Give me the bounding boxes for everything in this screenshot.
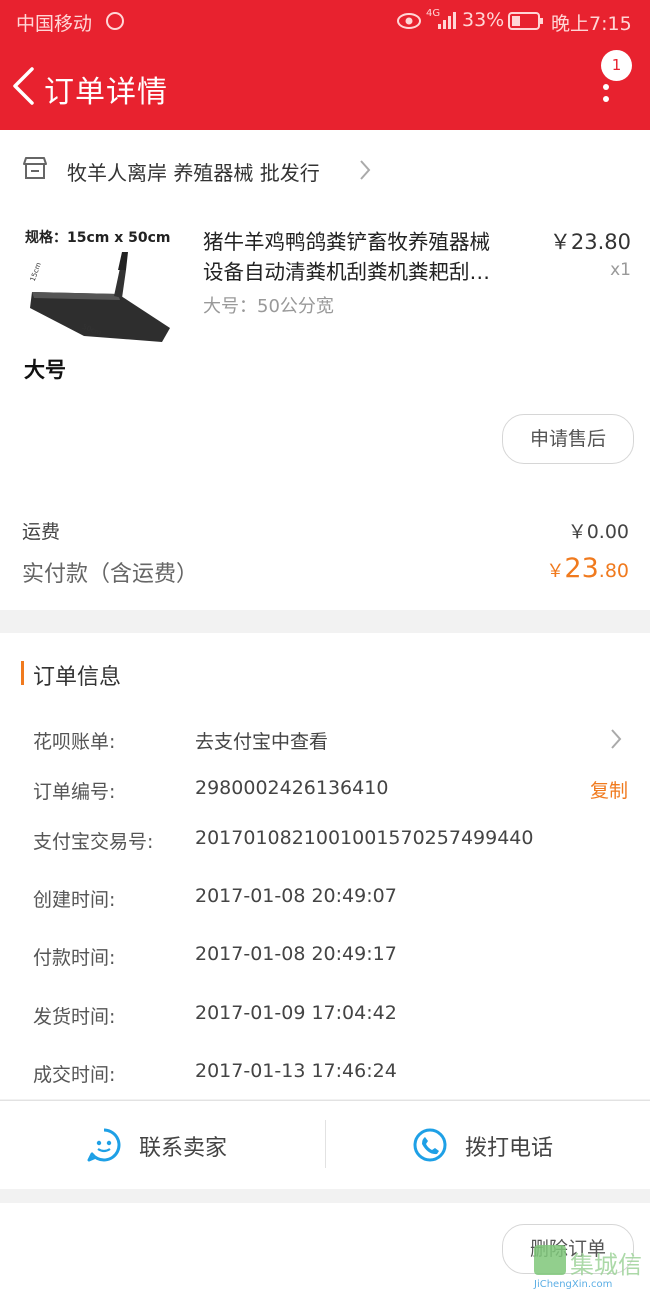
section-accent-bar [21, 661, 24, 685]
paid-integer: 23 [564, 553, 599, 584]
product-sku: 大号：50公分宽 [203, 296, 334, 317]
paid-time: 2017-01-08 20:49:17 [195, 943, 397, 965]
hd-icon [106, 12, 124, 30]
shop-row[interactable]: 牧羊人离岸 养殖器械 批发行 [0, 130, 650, 210]
shop-name: 牧羊人离岸 养殖器械 批发行 [67, 161, 320, 185]
after-sale-button[interactable]: 申请售后 [502, 414, 634, 464]
battery-percent: 33% [462, 9, 505, 31]
paid-decimal: .80 [598, 560, 629, 582]
contact-seller-button[interactable]: 联系卖家 [0, 1101, 325, 1187]
signal-icon [436, 10, 458, 34]
product-price: ￥23.80 [549, 230, 631, 254]
chat-bubble-icon [86, 1127, 122, 1167]
created-time: 2017-01-08 20:49:07 [195, 885, 397, 907]
shipping-value: ￥0.00 [567, 521, 629, 543]
order-info-title: 订单信息 [33, 665, 122, 690]
image-size-label: 大号 [24, 358, 66, 382]
call-label: 拨打电话 [465, 1136, 554, 1161]
order-info-section [0, 633, 650, 1099]
paid-label: 实付款（含运费） [22, 562, 199, 587]
paid-currency: ￥ [546, 561, 565, 582]
info-label: 成交时间: [33, 1064, 116, 1086]
chevron-right-icon [610, 728, 622, 754]
clock: 晚上7:15 [551, 13, 632, 35]
info-label: 花呗账单: [33, 731, 116, 753]
store-icon [22, 156, 48, 184]
shovel-illustration [30, 252, 170, 342]
product-title-line2[interactable]: 设备自动清粪机刮粪机粪耙刮… [203, 255, 490, 285]
back-arrow-icon[interactable] [10, 66, 36, 110]
page-title: 订单详情 [44, 75, 168, 110]
product-image[interactable]: 规格：15cm x 50cm 15cm 50cm 大号 [22, 222, 180, 382]
huabei-row[interactable]: 花呗账单: 去支付宝中查看 [0, 720, 650, 760]
copy-button[interactable]: 复制 [590, 776, 628, 803]
shipped-time: 2017-01-09 17:04:42 [195, 1002, 397, 1024]
watermark-logo: 集城信 JiChengXin.com [530, 1243, 650, 1294]
info-label: 支付宝交易号: [33, 831, 154, 853]
info-label: 创建时间: [33, 889, 116, 911]
chevron-right-icon [359, 159, 371, 185]
paid-amount: ￥23.80 [546, 553, 629, 584]
watermark-text: JiChengXin.com [534, 1279, 613, 1290]
completed-time: 2017-01-13 17:46:24 [195, 1060, 397, 1082]
info-value: 去支付宝中查看 [195, 731, 329, 753]
product-quantity: x1 [610, 260, 631, 280]
message-badge[interactable]: 1 [601, 50, 632, 81]
watermark-brand: 集城信 [570, 1251, 642, 1279]
order-number: 2980002426136410 [195, 777, 389, 799]
watermark-logo-icon [534, 1245, 566, 1275]
alipay-trade-number: 2017010821001001570257499440 [195, 827, 534, 849]
info-label: 订单编号: [33, 781, 116, 803]
eye-icon [397, 12, 421, 34]
call-button[interactable]: 拨打电话 [326, 1101, 650, 1187]
battery-icon [508, 12, 544, 34]
contact-seller-label: 联系卖家 [139, 1136, 228, 1161]
info-label: 发货时间: [33, 1006, 116, 1028]
product-title-line1[interactable]: 猪牛羊鸡鸭鸽粪铲畜牧养殖器械 [203, 225, 490, 255]
carrier-name: 中国移动 [16, 13, 93, 35]
shipping-label: 运费 [22, 521, 61, 543]
image-spec-text: 规格：15cm x 50cm [25, 230, 171, 246]
info-label: 付款时间: [33, 947, 116, 969]
phone-icon [412, 1127, 448, 1167]
